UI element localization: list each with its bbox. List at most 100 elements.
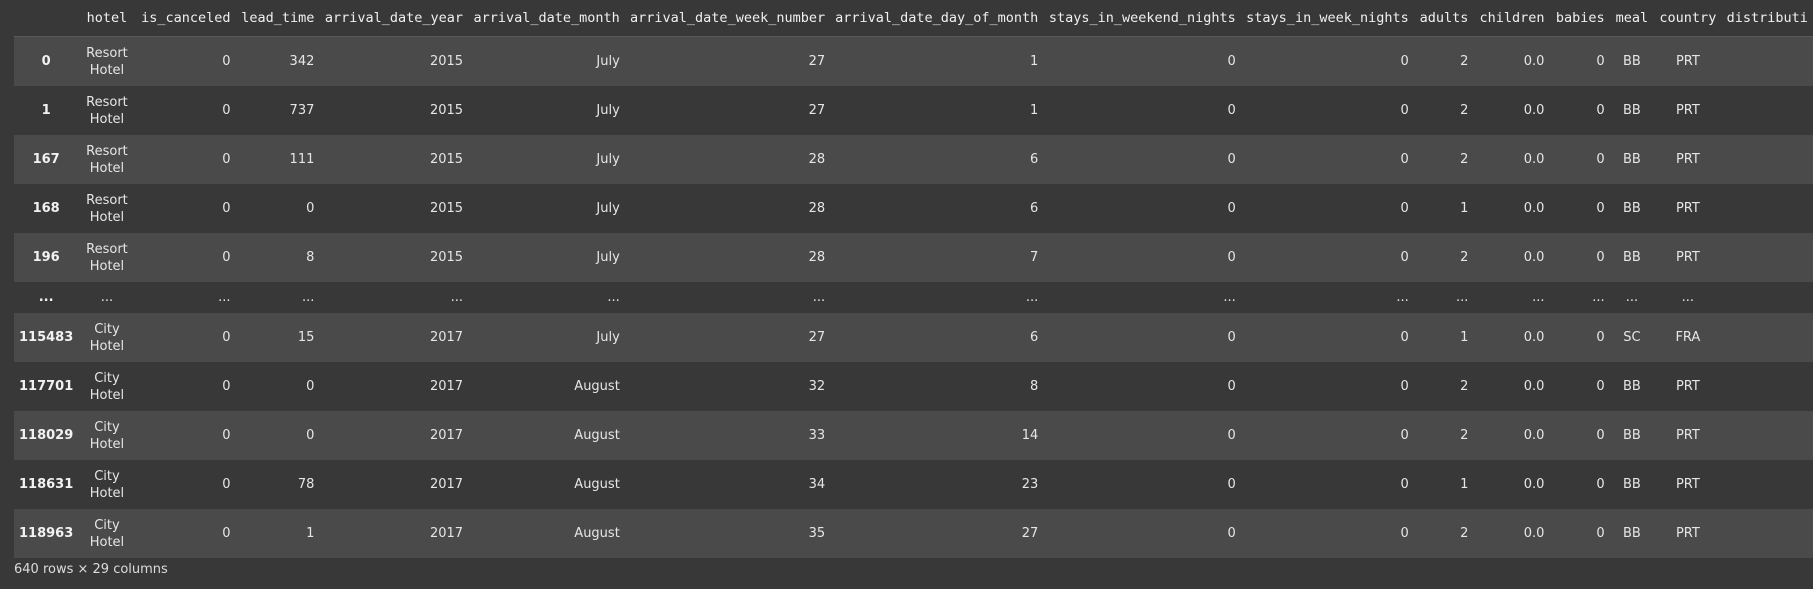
cell-children: ... xyxy=(1532,290,1545,305)
row-index: 167 xyxy=(32,152,60,167)
table-row: 115483 City Hotel 0 15 2017 July 27 6 0 0 1 0.0 0 SC F… xyxy=(14,313,1813,362)
cell-distributi xyxy=(1722,37,1813,87)
cell-is-canceled: 0 xyxy=(222,152,231,167)
cell-children: 0.0 xyxy=(1523,526,1545,541)
cell-country: PRT xyxy=(1675,526,1700,541)
cell-lead-time: 0 xyxy=(306,379,315,394)
cell-stays-in-weekend-nights: 0 xyxy=(1227,526,1236,541)
column-header-distributi: distributi xyxy=(1721,0,1813,37)
cell-meal: BB xyxy=(1622,379,1641,394)
cell-country: PRT xyxy=(1675,103,1700,118)
cell-arrival-date-year: 2015 xyxy=(429,103,464,118)
cell-lead-time: 342 xyxy=(289,54,315,69)
cell-is-canceled: 0 xyxy=(222,428,231,443)
column-header-is-canceled: is_canceled xyxy=(135,0,236,37)
cell-adults: 1 xyxy=(1460,477,1469,492)
cell-is-canceled: 0 xyxy=(222,54,231,69)
cell-hotel: ... xyxy=(100,290,114,305)
table-row: 167 Resort Hotel 0 111 2015 July 28 6 0 0 2 0.0 0 BB P… xyxy=(14,135,1813,184)
cell-lead-time: 0 xyxy=(306,428,315,443)
cell-children: 0.0 xyxy=(1523,477,1545,492)
cell-babies: 0 xyxy=(1596,379,1605,394)
cell-stays-in-weekend-nights: 0 xyxy=(1227,103,1236,118)
cell-adults: 1 xyxy=(1460,201,1469,216)
table-shape-summary: 640 rows × 29 columns xyxy=(14,562,168,577)
cell-arrival-date-month: July xyxy=(596,103,620,118)
column-header-children: children xyxy=(1473,0,1550,37)
cell-hotel: Resort Hotel xyxy=(86,241,128,274)
cell-arrival-date-week-number: 28 xyxy=(808,152,826,167)
cell-arrival-date-month: July xyxy=(596,54,620,69)
cell-arrival-date-day-of-month: ... xyxy=(1025,290,1039,305)
cell-arrival-date-week-number: 27 xyxy=(808,330,826,345)
cell-babies: 0 xyxy=(1596,54,1605,69)
table-row: 0 Resort Hotel 0 342 2015 July 27 1 0 0 2 0.0 0 BB PRT xyxy=(14,36,1813,87)
cell-stays-in-week-nights: ... xyxy=(1396,290,1409,305)
cell-arrival-date-day-of-month: 23 xyxy=(1021,477,1039,492)
cell-meal: BB xyxy=(1622,103,1641,118)
cell-arrival-date-month: July xyxy=(596,250,620,265)
cell-stays-in-weekend-nights: 0 xyxy=(1227,152,1236,167)
cell-country: ... xyxy=(1681,290,1695,305)
cell-babies: 0 xyxy=(1596,330,1605,345)
cell-lead-time: 0 xyxy=(306,201,315,216)
cell-meal: BB xyxy=(1622,201,1641,216)
cell-arrival-date-month: August xyxy=(574,379,620,394)
cell-hotel: Resort Hotel xyxy=(86,192,128,225)
cell-lead-time: 111 xyxy=(289,152,315,167)
cell-arrival-date-year: 2017 xyxy=(429,330,464,345)
row-index: 115483 xyxy=(19,330,74,345)
cell-arrival-date-day-of-month: 1 xyxy=(1030,103,1039,118)
cell-meal: BB xyxy=(1622,428,1641,443)
cell-hotel: City Hotel xyxy=(89,468,125,501)
cell-hotel: City Hotel xyxy=(89,370,125,403)
column-header-stays-in-week-nights: stays_in_week_nights xyxy=(1240,0,1414,37)
cell-country: PRT xyxy=(1675,152,1700,167)
table-row: 1 Resort Hotel 0 737 2015 July 27 1 0 0 2 0.0 0 BB PRT xyxy=(14,86,1813,135)
cell-arrival-date-month: August xyxy=(574,428,620,443)
dataframe-table: hotel is_canceled lead_time arrival_date_ye… xyxy=(14,0,1813,558)
column-header-meal: meal xyxy=(1609,0,1655,37)
row-index: 118029 xyxy=(19,428,74,443)
cell-hotel: City Hotel xyxy=(89,517,125,550)
cell-stays-in-weekend-nights: 0 xyxy=(1227,250,1236,265)
cell-stays-in-week-nights: 0 xyxy=(1400,250,1409,265)
cell-children: 0.0 xyxy=(1523,250,1545,265)
cell-hotel: Resort Hotel xyxy=(86,143,128,176)
cell-children: 0.0 xyxy=(1523,152,1545,167)
cell-hotel: City Hotel xyxy=(89,321,125,354)
cell-arrival-date-week-number: 32 xyxy=(808,379,826,394)
cell-adults: 2 xyxy=(1460,526,1469,541)
cell-stays-in-weekend-nights: 0 xyxy=(1227,330,1236,345)
cell-babies: 0 xyxy=(1596,152,1605,167)
cell-arrival-date-day-of-month: 27 xyxy=(1021,526,1039,541)
row-index: 168 xyxy=(32,201,60,216)
cell-arrival-date-year: 2015 xyxy=(429,250,464,265)
cell-arrival-date-year: 2017 xyxy=(429,526,464,541)
cell-stays-in-weekend-nights: 0 xyxy=(1227,428,1236,443)
cell-arrival-date-month: August xyxy=(574,526,620,541)
cell-lead-time: 78 xyxy=(297,477,315,492)
cell-arrival-date-month: ... xyxy=(607,290,620,305)
dataframe-output: hotel is_canceled lead_time arrival_date_ye… xyxy=(14,0,1813,589)
cell-arrival-date-week-number: 27 xyxy=(808,54,826,69)
cell-arrival-date-week-number: 33 xyxy=(808,428,826,443)
cell-babies: 0 xyxy=(1596,201,1605,216)
cell-is-canceled: 0 xyxy=(222,379,231,394)
cell-arrival-date-week-number: 28 xyxy=(808,201,826,216)
cell-is-canceled: 0 xyxy=(222,250,231,265)
cell-arrival-date-day-of-month: 1 xyxy=(1030,54,1039,69)
cell-meal: BB xyxy=(1622,526,1641,541)
table-row: 118631 City Hotel 0 78 2017 August 34 23 0 0 1 0.0 0… xyxy=(14,460,1813,509)
cell-distributi xyxy=(1722,282,1813,313)
cell-distributi xyxy=(1722,411,1813,460)
cell-meal: ... xyxy=(1625,290,1639,305)
cell-arrival-date-day-of-month: 6 xyxy=(1030,152,1039,167)
table-row: 168 Resort Hotel 0 0 2015 July 28 6 0 0 1 0.0 0 BB PRT xyxy=(14,184,1813,233)
cell-stays-in-weekend-nights: 0 xyxy=(1227,477,1236,492)
column-header-country: country xyxy=(1654,0,1722,37)
column-header-babies: babies xyxy=(1549,0,1610,37)
cell-meal: BB xyxy=(1622,250,1641,265)
cell-adults: 2 xyxy=(1460,379,1469,394)
cell-stays-in-week-nights: 0 xyxy=(1400,152,1409,167)
